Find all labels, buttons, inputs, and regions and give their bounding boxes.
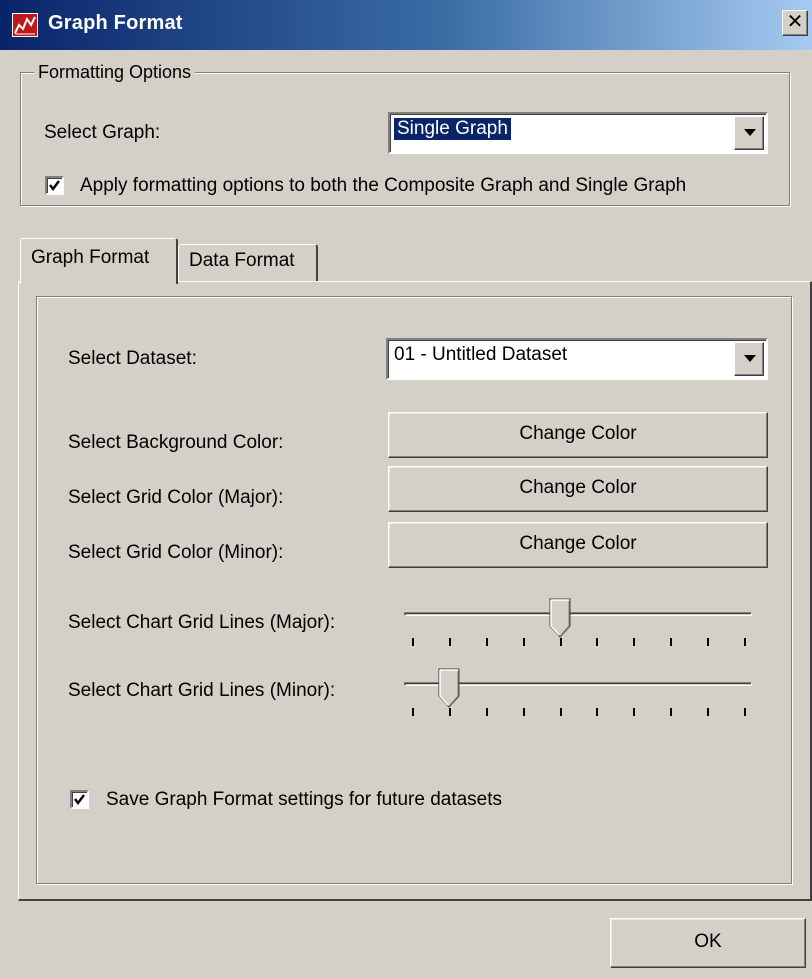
slider-tick — [744, 708, 746, 716]
tab-graph-format-label: Graph Format — [31, 247, 150, 268]
slider-tick — [633, 708, 636, 716]
grid-lines-minor-slider[interactable] — [404, 668, 752, 720]
slider-tick — [707, 708, 710, 716]
slider-tick — [559, 638, 562, 646]
slider-tick — [522, 708, 525, 716]
ok-button[interactable]: OK — [610, 918, 806, 968]
slider-thumb[interactable] — [438, 668, 460, 708]
grid-lines-minor-label: Select Chart Grid Lines (Minor): — [68, 680, 336, 701]
slider-tick — [485, 708, 488, 716]
select-dataset-value: 01 - Untitled Dataset — [394, 344, 568, 365]
slider-tick — [448, 638, 451, 646]
save-settings-checkbox[interactable] — [70, 790, 89, 809]
chevron-down-icon[interactable] — [734, 116, 764, 150]
change-background-color-button[interactable]: Change Color — [388, 412, 768, 458]
select-dataset-label: Select Dataset: — [68, 348, 197, 369]
change-color-label: Change Color — [519, 533, 637, 554]
change-color-label: Change Color — [519, 423, 637, 444]
change-grid-minor-color-button[interactable]: Change Color — [388, 522, 768, 568]
slider-tick — [412, 638, 414, 646]
apply-both-label: Apply formatting options to both the Com… — [80, 175, 687, 196]
slider-tick — [633, 638, 636, 646]
tab-data-format[interactable]: Data Format — [178, 244, 318, 282]
change-color-label: Change Color — [519, 477, 637, 498]
checkmark-icon — [49, 180, 60, 191]
slider-tick — [522, 638, 525, 646]
slider-tick — [596, 638, 599, 646]
slider-tick — [670, 708, 673, 716]
slider-tick — [744, 638, 746, 646]
slider-tick — [412, 708, 414, 716]
ok-button-label: OK — [694, 931, 722, 952]
title-bar[interactable]: Graph Format ✕ — [0, 0, 812, 50]
slider-tick — [707, 638, 710, 646]
slider-ticks — [412, 708, 746, 716]
slider-tick — [448, 708, 451, 716]
chevron-down-icon[interactable] — [734, 342, 764, 376]
checkmark-icon — [74, 794, 85, 805]
tab-data-format-label: Data Format — [189, 250, 295, 271]
select-graph-value: Single Graph — [394, 118, 511, 140]
grid-minor-color-label: Select Grid Color (Minor): — [68, 542, 284, 563]
slider-ticks — [412, 638, 746, 646]
grid-lines-major-slider[interactable] — [404, 598, 752, 650]
slider-tick — [559, 708, 562, 716]
save-settings-label: Save Graph Format settings for future da… — [106, 789, 503, 810]
slider-tick — [596, 708, 599, 716]
grid-lines-major-label: Select Chart Grid Lines (Major): — [68, 612, 336, 633]
select-dataset-dropdown[interactable]: 01 - Untitled Dataset — [386, 338, 768, 380]
close-button[interactable]: ✕ — [782, 10, 808, 36]
close-icon: ✕ — [786, 11, 804, 33]
slider-tick — [670, 638, 673, 646]
slider-track — [404, 612, 752, 616]
change-grid-major-color-button[interactable]: Change Color — [388, 466, 768, 512]
grid-major-color-label: Select Grid Color (Major): — [68, 487, 284, 508]
tab-graph-format[interactable]: Graph Format — [20, 238, 178, 284]
formatting-options-label: Formatting Options — [34, 62, 196, 83]
select-graph-dropdown[interactable]: Single Graph — [388, 112, 768, 154]
graph-app-icon — [12, 13, 38, 37]
window-title: Graph Format — [48, 12, 183, 34]
background-color-label: Select Background Color: — [68, 432, 284, 453]
select-graph-label: Select Graph: — [44, 122, 161, 143]
slider-tick — [485, 638, 488, 646]
apply-both-checkbox[interactable] — [45, 176, 64, 195]
slider-thumb[interactable] — [549, 598, 571, 638]
